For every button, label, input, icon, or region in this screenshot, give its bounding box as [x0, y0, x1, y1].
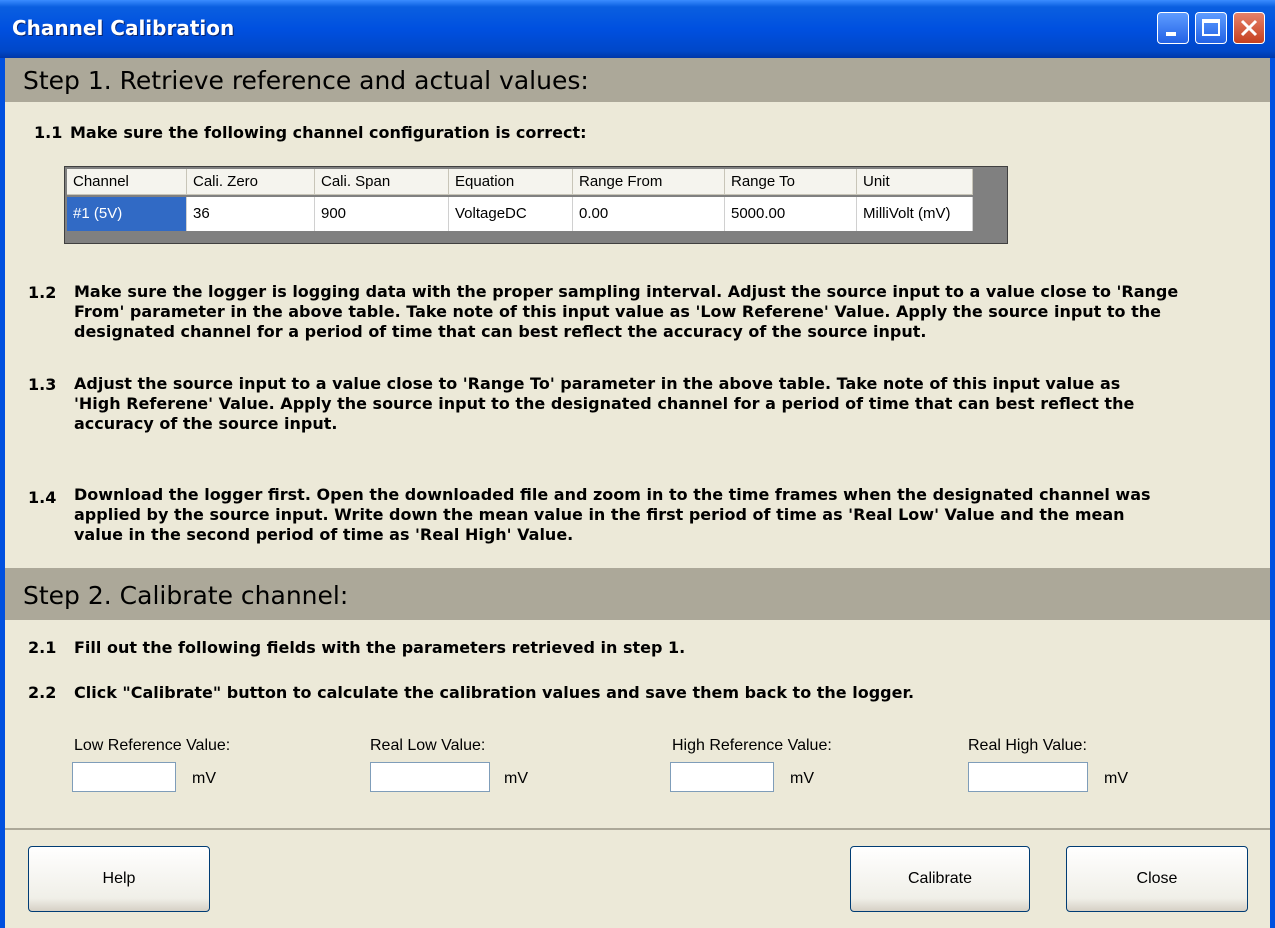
- s2-2-text: Click "Calibrate" button to calculate th…: [74, 683, 915, 702]
- minimize-button[interactable]: [1157, 12, 1189, 44]
- calibrate-button[interactable]: Calibrate: [850, 846, 1030, 912]
- col-header-unit[interactable]: Unit: [857, 169, 973, 195]
- high-reference-unit: mV: [790, 770, 814, 787]
- cell-range-from[interactable]: 0.00: [573, 197, 725, 231]
- step1-heading: Step 1. Retrieve reference and actual va…: [23, 66, 589, 95]
- s1-3-num: 1.3: [28, 375, 57, 394]
- cell-unit[interactable]: MilliVolt (mV): [857, 197, 973, 231]
- s1-3-line: Adjust the source input to a value close…: [74, 374, 1121, 393]
- col-header-range-from[interactable]: Range From: [573, 169, 725, 195]
- col-header-range-to[interactable]: Range To: [725, 169, 857, 195]
- close-button[interactable]: Close: [1066, 846, 1248, 912]
- s1-4-num: 1.4: [28, 488, 57, 507]
- s1-2-line: From' parameter in the above table. Take…: [74, 302, 1161, 321]
- s1-1-num: 1.1: [34, 123, 63, 142]
- real-high-input[interactable]: [968, 762, 1088, 792]
- s1-2-line: designated channel for a period of time …: [74, 322, 927, 341]
- cell-range-to[interactable]: 5000.00: [725, 197, 857, 231]
- low-reference-label: Low Reference Value:: [74, 737, 231, 754]
- high-reference-label: High Reference Value:: [672, 737, 832, 754]
- col-header-channel[interactable]: Channel: [67, 169, 187, 195]
- step2-heading: Step 2. Calibrate channel:: [23, 581, 349, 610]
- cell-cali-span[interactable]: 900: [315, 197, 449, 231]
- title-bar[interactable]: Channel Calibration: [0, 0, 1275, 58]
- cell-cali-zero[interactable]: 36: [187, 197, 315, 231]
- s1-2-line: Make sure the logger is logging data wit…: [74, 282, 1179, 301]
- real-low-unit: mV: [504, 770, 528, 787]
- step2-header: Step 2. Calibrate channel:: [5, 568, 1270, 620]
- high-reference-input[interactable]: [670, 762, 774, 792]
- footer-divider: [5, 828, 1270, 830]
- cell-equation[interactable]: VoltageDC: [449, 197, 573, 231]
- real-low-input[interactable]: [370, 762, 490, 792]
- close-icon: [1240, 19, 1258, 37]
- s1-1-text: Make sure the following channel configur…: [70, 123, 587, 142]
- s1-3-line: accuracy of the source input.: [74, 414, 338, 433]
- real-high-unit: mV: [1104, 770, 1128, 787]
- col-header-cali-span[interactable]: Cali. Span: [315, 169, 449, 195]
- col-header-cali-zero[interactable]: Cali. Zero: [187, 169, 315, 195]
- cell-channel[interactable]: #1 (5V): [67, 197, 187, 231]
- s1-3-line: 'High Referene' Value. Apply the source …: [74, 394, 1135, 413]
- close-window-button[interactable]: [1233, 12, 1265, 44]
- s1-4-line: applied by the source input. Write down …: [74, 505, 1125, 524]
- s2-2-num: 2.2: [28, 683, 57, 702]
- maximize-button[interactable]: [1195, 12, 1227, 44]
- maximize-icon: [1202, 19, 1220, 36]
- s1-4-line: Download the logger first. Open the down…: [74, 485, 1151, 504]
- window-frame-right: [1270, 58, 1275, 928]
- s2-1-num: 2.1: [28, 638, 57, 657]
- col-header-equation[interactable]: Equation: [449, 169, 573, 195]
- s2-1-text: Fill out the following fields with the p…: [74, 638, 686, 657]
- low-reference-input[interactable]: [72, 762, 176, 792]
- real-low-label: Real Low Value:: [370, 737, 486, 754]
- s1-2-num: 1.2: [28, 283, 57, 302]
- real-high-label: Real High Value:: [968, 737, 1087, 754]
- s1-2-text: Make sure the logger is logging data wit…: [74, 282, 1264, 342]
- window-frame-left: [0, 58, 5, 928]
- minimize-icon: [1166, 32, 1176, 36]
- low-reference-unit: mV: [192, 770, 216, 787]
- window-title: Channel Calibration: [12, 16, 235, 40]
- s1-4-line: value in the second period of time as 'R…: [74, 525, 574, 544]
- help-button[interactable]: Help: [28, 846, 210, 912]
- s1-4-text: Download the logger first. Open the down…: [74, 485, 1264, 545]
- calibration-window: Channel Calibration Step 1. Retrieve ref…: [0, 0, 1275, 928]
- channel-config-table[interactable]: Channel Cali. Zero Cali. Span Equation R…: [64, 166, 1008, 244]
- step1-header: Step 1. Retrieve reference and actual va…: [5, 58, 1270, 102]
- s1-3-text: Adjust the source input to a value close…: [74, 374, 1264, 434]
